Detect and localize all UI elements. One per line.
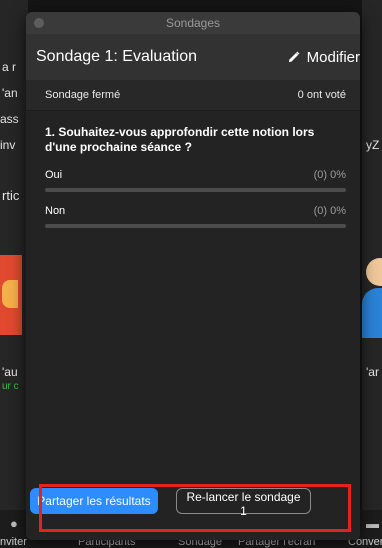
- chat-icon: ▬: [366, 516, 379, 531]
- answer-progress-bar: [45, 224, 346, 228]
- poll-header: Sondage 1: Evaluation Modifier: [26, 34, 360, 80]
- answer-label: Non: [45, 205, 66, 217]
- background-text-fragment: yZ: [366, 138, 380, 152]
- answer-result: (0) 0%: [313, 205, 346, 217]
- window-titlebar: Sondages: [26, 12, 360, 34]
- poll-question: 1. Souhaitez-vous approfondir cette noti…: [45, 125, 315, 154]
- background-text-fragment: rtic: [2, 188, 20, 203]
- background-text-fragment: ur c: [2, 381, 19, 392]
- modify-label: Modifier: [306, 48, 360, 66]
- window-title: Sondages: [165, 16, 221, 30]
- background-text-fragment: ass: [0, 112, 19, 126]
- answer-row: Non (0) 0%: [26, 205, 360, 228]
- share-results-button[interactable]: Partager les résultats: [30, 488, 158, 514]
- background-text-fragment: a r: [2, 60, 17, 74]
- toolbar-invite[interactable]: nviter: [0, 536, 27, 548]
- poll-window: Sondages Sondage 1: Evaluation Modifier …: [26, 12, 360, 540]
- window-close-button[interactable]: [34, 18, 44, 28]
- answer-result: (0) 0%: [313, 169, 346, 181]
- background-text-fragment: 'au: [2, 365, 18, 379]
- background-text-fragment: 'ar: [366, 365, 379, 379]
- answer-label: Oui: [45, 169, 63, 181]
- background-text-fragment: 'an: [2, 86, 18, 100]
- pencil-icon: [288, 51, 300, 62]
- answer-progress-bar: [45, 188, 346, 192]
- poll-title: Sondage 1: Evaluation: [36, 48, 198, 65]
- relaunch-poll-button[interactable]: Re-lancer le sondage 1: [176, 488, 311, 518]
- participant-avatar: [362, 258, 382, 344]
- vote-count: 0 ont voté: [297, 89, 346, 101]
- background-text-fragment: inv: [0, 138, 16, 152]
- poll-status-row: Sondage fermé 0 ont voté: [26, 80, 360, 111]
- poll-status: Sondage fermé: [45, 89, 121, 101]
- modify-button[interactable]: Modifier: [287, 49, 360, 66]
- answer-row: Oui (0) 0%: [26, 169, 360, 192]
- participant-thumbnail: [0, 255, 22, 335]
- invite-icon: ●: [10, 516, 18, 531]
